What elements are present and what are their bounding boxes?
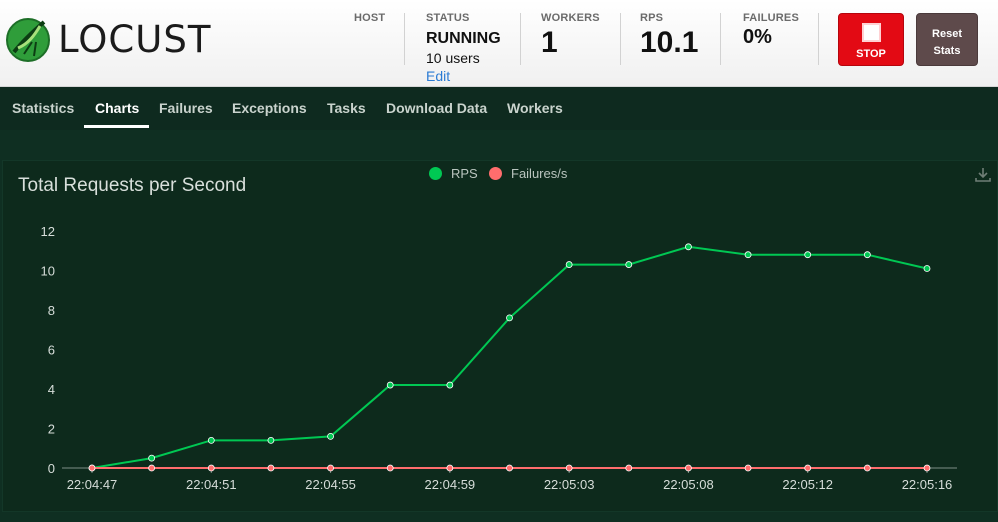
data-point-rps <box>446 381 454 389</box>
data-point-failures <box>148 464 156 472</box>
data-point-failures <box>386 464 394 472</box>
rps-line-chart: 0 2 4 6 8 10 12 22:04:47 22:04:51 22:04:55 22:04:5… <box>41 224 957 492</box>
data-point-rps <box>625 261 633 268</box>
x-tick-label: 22:04:55 <box>305 477 356 492</box>
y-tick-label: 12 <box>41 224 55 239</box>
y-tick-label: 10 <box>41 264 55 279</box>
data-point-failures <box>207 464 215 472</box>
x-tick-label: 22:04:59 <box>425 477 476 492</box>
x-tick-label: 22:04:51 <box>186 477 237 492</box>
data-point-failures <box>685 464 692 472</box>
x-tick-label: 22:05:12 <box>782 477 833 492</box>
data-point-rps <box>804 251 812 259</box>
data-point-failures <box>446 464 454 472</box>
data-point-failures <box>565 464 573 472</box>
y-tick-label: 2 <box>48 422 55 437</box>
data-point-rps <box>565 261 573 268</box>
data-point-rps <box>863 251 871 259</box>
data-point-failures <box>267 464 275 472</box>
data-point-failures <box>625 464 633 472</box>
y-tick-label: 0 <box>48 461 55 476</box>
data-point-failures <box>327 464 334 472</box>
data-point-rps <box>506 314 513 322</box>
data-point-failures <box>804 464 812 472</box>
x-tick-label: 22:05:03 <box>544 477 595 492</box>
y-tick-label: 6 <box>48 343 55 358</box>
data-point-rps <box>685 243 692 251</box>
data-point-failures <box>744 464 752 472</box>
data-point-rps <box>207 436 215 444</box>
data-point-failures <box>88 464 96 472</box>
x-tick-label: 22:05:16 <box>902 477 953 492</box>
data-point-failures <box>506 464 513 472</box>
data-point-rps <box>744 251 752 259</box>
y-tick-label: 4 <box>48 382 55 397</box>
data-point-rps <box>327 432 334 440</box>
data-point-failures <box>863 464 871 472</box>
data-point-rps <box>386 381 394 389</box>
data-point-rps <box>148 454 156 462</box>
data-point-failures <box>923 464 931 472</box>
x-tick-label: 22:04:47 <box>67 477 118 492</box>
x-tick-label: 22:05:08 <box>663 477 714 492</box>
series-line-rps <box>91 245 928 469</box>
y-tick-label: 8 <box>48 303 55 318</box>
data-point-rps <box>923 265 931 272</box>
data-point-rps <box>267 436 275 444</box>
